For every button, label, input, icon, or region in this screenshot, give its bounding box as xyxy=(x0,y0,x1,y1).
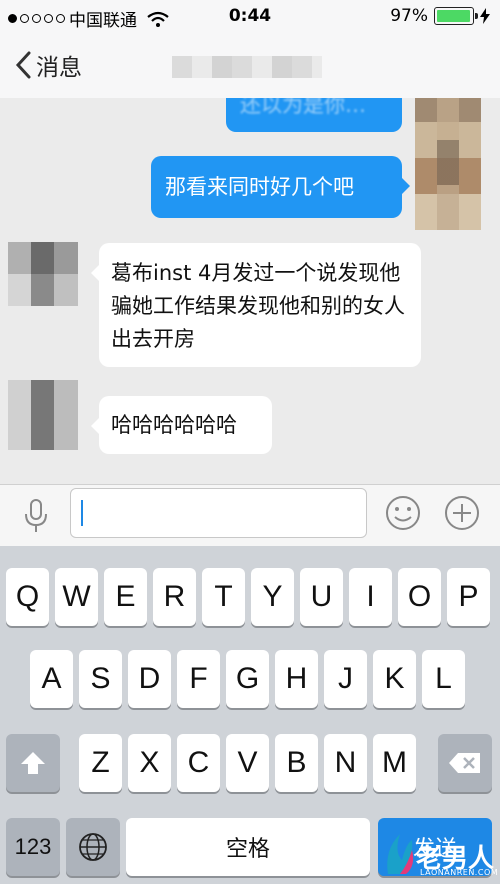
key-f[interactable]: F xyxy=(177,650,220,708)
back-label: 消息 xyxy=(36,55,82,81)
nav-bar: 消息 xyxy=(0,34,500,98)
key-d[interactable]: D xyxy=(128,650,171,708)
key-n[interactable]: N xyxy=(324,734,367,792)
message-bubble[interactable]: 还以为是你… xyxy=(226,98,402,132)
back-button[interactable]: 消息 xyxy=(14,48,82,82)
key-e[interactable]: E xyxy=(104,568,147,626)
key-x[interactable]: X xyxy=(128,734,171,792)
key-j[interactable]: J xyxy=(324,650,367,708)
key-w[interactable]: W xyxy=(55,568,98,626)
input-bar xyxy=(0,484,500,546)
key-z[interactable]: Z xyxy=(79,734,122,792)
status-bar: 中国联通 0:44 97% xyxy=(0,0,500,34)
key-o[interactable]: O xyxy=(398,568,441,626)
contact-avatar[interactable] xyxy=(8,380,78,450)
key-h[interactable]: H xyxy=(275,650,318,708)
message-bubble[interactable]: 那看来同时好几个吧 xyxy=(151,156,410,218)
message-bubble[interactable]: 葛布inst 4月发过一个说发现他骗她工作结果发现他和别的女人出去开房 xyxy=(91,243,421,367)
battery-icon xyxy=(434,7,478,25)
globe-key[interactable] xyxy=(66,818,120,876)
chevron-left-icon xyxy=(15,51,31,79)
key-l[interactable]: L xyxy=(422,650,465,708)
key-k[interactable]: K xyxy=(373,650,416,708)
message-text: 葛布inst 4月发过一个说发现他骗她工作结果发现他和别的女人出去开房 xyxy=(111,261,405,351)
contact-avatar[interactable] xyxy=(8,242,78,306)
key-m[interactable]: M xyxy=(373,734,416,792)
key-a[interactable]: A xyxy=(30,650,73,708)
site-watermark: 老男人 LAONANREN.COM xyxy=(382,830,499,880)
chat-area[interactable]: 还以为是你… 那看来同时好几个吧 葛布inst 4月发过一个说发现他骗她工作结果… xyxy=(0,98,500,484)
emoji-icon[interactable] xyxy=(385,495,421,531)
shift-icon xyxy=(21,752,45,774)
charging-icon xyxy=(480,8,490,24)
space-key[interactable]: 空格 xyxy=(126,818,370,876)
key-v[interactable]: V xyxy=(226,734,269,792)
key-t[interactable]: T xyxy=(202,568,245,626)
watermark-logo-icon xyxy=(387,834,414,874)
text-caret xyxy=(81,500,83,526)
key-u[interactable]: U xyxy=(300,568,343,626)
backspace-icon xyxy=(449,753,480,773)
shift-key[interactable] xyxy=(6,734,60,792)
key-i[interactable]: I xyxy=(349,568,392,626)
message-text: 还以为是你… xyxy=(240,98,366,117)
key-b[interactable]: B xyxy=(275,734,318,792)
contact-name-blurred xyxy=(172,56,322,78)
key-y[interactable]: Y xyxy=(251,568,294,626)
key-g[interactable]: G xyxy=(226,650,269,708)
microphone-icon[interactable] xyxy=(22,499,50,533)
watermark-subtext: LAONANREN.COM xyxy=(420,868,499,877)
my-avatar[interactable] xyxy=(415,98,481,230)
plus-icon[interactable] xyxy=(444,495,480,531)
key-r[interactable]: R xyxy=(153,568,196,626)
key-s[interactable]: S xyxy=(79,650,122,708)
numbers-key[interactable]: 123 xyxy=(6,818,60,876)
message-text: 哈哈哈哈哈哈 xyxy=(111,413,237,437)
message-input[interactable] xyxy=(70,488,367,538)
key-q[interactable]: Q xyxy=(6,568,49,626)
key-p[interactable]: P xyxy=(447,568,490,626)
battery-group: 97% xyxy=(390,6,490,26)
delete-key[interactable] xyxy=(438,734,492,792)
message-text: 那看来同时好几个吧 xyxy=(165,175,354,199)
globe-icon xyxy=(79,833,107,861)
message-bubble[interactable]: 哈哈哈哈哈哈 xyxy=(91,396,272,454)
key-c[interactable]: C xyxy=(177,734,220,792)
battery-percent: 97% xyxy=(390,6,428,26)
